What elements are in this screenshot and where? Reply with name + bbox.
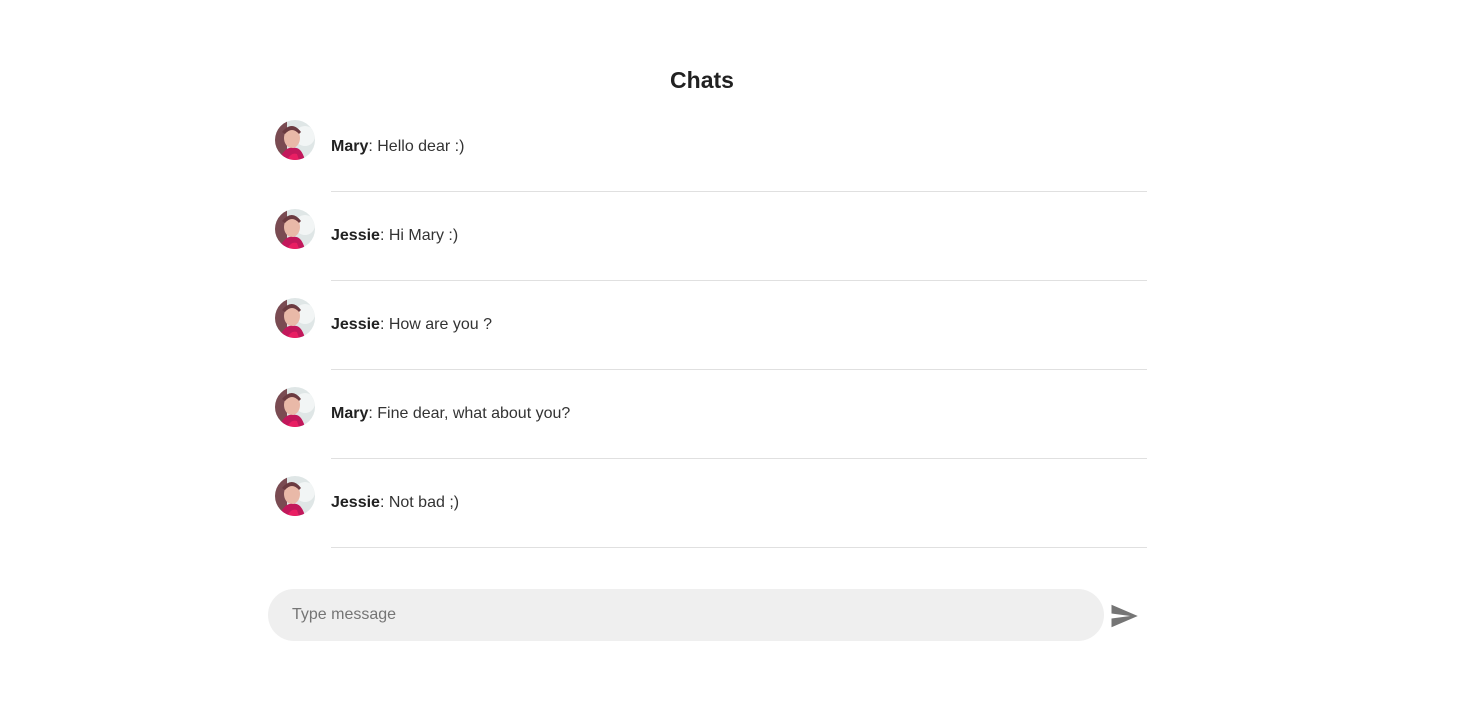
list-item: Mary: Fine dear, what about you? <box>268 370 1147 459</box>
sender-name: Jessie <box>331 227 380 244</box>
sender-name: Jessie <box>331 494 380 511</box>
message-input[interactable] <box>292 589 1072 641</box>
chat-page: Chats Mary: Hello dear :) Jessie: Hi Mar… <box>0 0 1471 723</box>
message-text: : How are you ? <box>379 316 492 333</box>
message-text: : Hello dear :) <box>368 138 465 155</box>
avatar <box>275 476 315 516</box>
divider <box>331 547 1147 548</box>
chat-message: Mary: Hello dear :) <box>331 137 464 157</box>
send-button[interactable] <box>1109 601 1139 631</box>
list-item: Jessie: Hi Mary :) <box>268 192 1147 281</box>
message-text: : Not bad ;) <box>379 494 460 511</box>
chat-message: Mary: Fine dear, what about you? <box>331 404 570 424</box>
list-item: Jessie: How are you ? <box>268 281 1147 370</box>
message-text: : Hi Mary :) <box>379 227 459 244</box>
list-item: Mary: Hello dear :) <box>268 103 1147 192</box>
avatar <box>275 120 315 160</box>
message-composer <box>268 589 1104 641</box>
avatar <box>275 387 315 427</box>
sender-name: Mary <box>331 138 369 155</box>
send-icon <box>1111 604 1138 628</box>
avatar <box>275 209 315 249</box>
page-title: Chats <box>670 67 734 93</box>
chat-message: Jessie: Hi Mary :) <box>331 226 458 246</box>
sender-name: Mary <box>331 405 369 422</box>
list-item: Jessie: Not bad ;) <box>268 459 1147 548</box>
sender-name: Jessie <box>331 316 380 333</box>
chat-message: Jessie: How are you ? <box>331 315 492 335</box>
avatar <box>275 298 315 338</box>
chat-message: Jessie: Not bad ;) <box>331 493 459 513</box>
message-text: : Fine dear, what about you? <box>368 405 571 422</box>
chat-list: Mary: Hello dear :) Jessie: Hi Mary :) J… <box>268 103 1147 548</box>
